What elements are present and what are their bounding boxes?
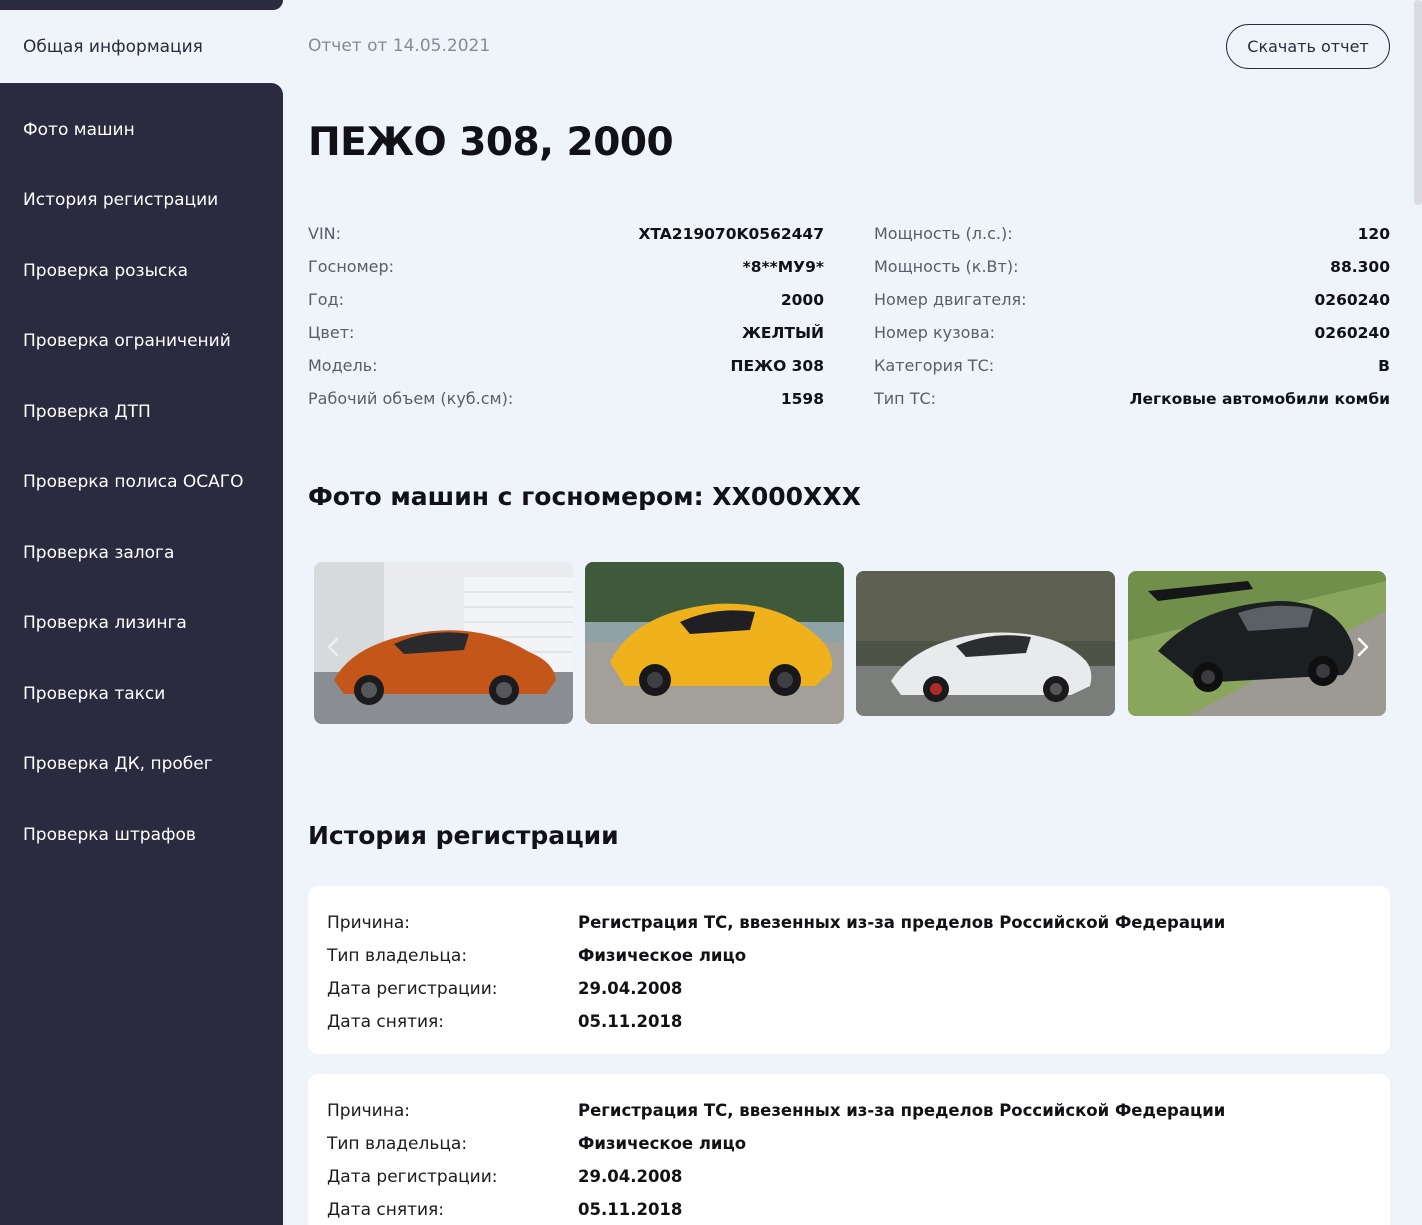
spec-row-engine-number: Номер двигателя: 0260240 [874,283,1390,316]
spec-row-color: Цвет: ЖЕЛТЫЙ [308,316,824,349]
page-scrollbar-thumb[interactable] [1414,0,1422,205]
yellow-sports-car-photo[interactable] [585,562,844,724]
history-row-owner-type: Тип владельца: Физическое лицо [327,1127,1371,1160]
spec-label: Рабочий объем (куб.см): [308,389,514,408]
history-row-dereg-date: Дата снятия: 05.11.2018 [327,1005,1371,1038]
spec-label: Цвет: [308,323,355,342]
history-section-title: История регистрации [308,821,619,850]
sidebar-item-fines-check[interactable]: Проверка штрафов [23,825,196,845]
spec-row-category: Категория ТС: B [874,349,1390,382]
spec-value: ЖЕЛТЫЙ [741,323,824,342]
spec-value: Легковые автомобили комби [1129,389,1390,408]
spec-row-body-number: Номер кузова: 0260240 [874,316,1390,349]
sidebar-item-osago-check[interactable]: Проверка полиса ОСАГО [23,472,244,492]
specs-left: VIN: XTA219070K0562447 Госномер: *8**МУ9… [308,217,824,415]
sidebar-item-accidents-check[interactable]: Проверка ДТП [23,402,151,422]
sidebar: Общая информация Фото машин История реги… [0,0,283,1225]
sidebar-item-general-info[interactable]: Общая информация [0,10,283,83]
spec-value: XTA219070K0562447 [638,224,824,243]
spec-value: 1598 [780,389,824,408]
photos-section-title: Фото машин с госномером: XX000XXX [308,482,861,511]
spec-label: Категория ТС: [874,356,995,375]
white-sports-car-photo[interactable] [856,571,1115,716]
specs-right: Мощность (л.с.): 120 Мощность (к.Вт): 88… [874,217,1390,415]
history-label: Дата снятия: [327,1199,445,1220]
spec-label: Госномер: [308,257,395,276]
sidebar-item-pledge-check[interactable]: Проверка залога [23,543,174,563]
history-value: Физическое лицо [578,946,747,965]
history-value: 05.11.2018 [578,1012,683,1031]
history-label: Тип владельца: [327,1133,468,1154]
history-row-reg-date: Дата регистрации: 29.04.2008 [327,1160,1371,1193]
spec-row-power-kw: Мощность (к.Вт): 88.300 [874,250,1390,283]
history-label: Причина: [327,1100,410,1121]
orange-sports-car-photo[interactable] [314,562,573,724]
spec-row-vehicle-type: Тип ТС: Легковые автомобили комби [874,382,1390,415]
history-row-reason: Причина: Регистрация ТС, ввезенных из-за… [327,906,1371,939]
spec-label: Мощность (к.Вт): [874,257,1019,276]
spec-label: Модель: [308,356,378,375]
spec-value: 88.300 [1330,257,1390,276]
spec-row-model: Модель: ПЕЖО 308 [308,349,824,382]
history-label: Дата регистрации: [327,1166,498,1187]
history-value: Регистрация ТС, ввезенных из-за пределов… [578,913,1226,932]
spec-value: 2000 [780,290,824,309]
spec-label: Номер двигателя: [874,290,1027,309]
history-value: 29.04.2008 [578,1167,683,1186]
history-label: Тип владельца: [327,945,468,966]
sidebar-item-taxi-check[interactable]: Проверка такси [23,684,165,704]
history-value: Регистрация ТС, ввезенных из-за пределов… [578,1101,1226,1120]
history-row-reason: Причина: Регистрация ТС, ввезенных из-за… [327,1094,1371,1127]
spec-row-power-hp: Мощность (л.с.): 120 [874,217,1390,250]
sidebar-item-wanted-check[interactable]: Проверка розыска [23,261,188,281]
history-value: 29.04.2008 [578,979,683,998]
history-record-card: Причина: Регистрация ТС, ввезенных из-за… [308,886,1390,1054]
spec-value: 0260240 [1314,323,1391,342]
history-record-card: Причина: Регистрация ТС, ввезенных из-за… [308,1074,1390,1225]
spec-row-displacement: Рабочий объем (куб.см): 1598 [308,382,824,415]
spec-row-year: Год: 2000 [308,283,824,316]
report-date: Отчет от 14.05.2021 [308,36,491,56]
spec-value: ПЕЖО 308 [730,356,824,375]
gallery-prev-arrow-icon[interactable] [321,635,345,659]
sidebar-top-cap [0,0,283,10]
sidebar-item-leasing-check[interactable]: Проверка лизинга [23,613,187,633]
spec-value: 0260240 [1314,290,1391,309]
spec-label: Тип ТС: [874,389,937,408]
spec-value: B [1378,356,1390,375]
history-row-owner-type: Тип владельца: Физическое лицо [327,939,1371,972]
spec-label: Мощность (л.с.): [874,224,1013,243]
history-value: Физическое лицо [578,1134,747,1153]
sidebar-item-car-photos[interactable]: Фото машин [23,120,135,140]
spec-value: *8**МУ9* [742,257,824,276]
spec-value: 120 [1357,224,1390,243]
black-sports-car-photo[interactable] [1128,571,1386,716]
sidebar-menu [0,83,283,1225]
history-label: Причина: [327,912,410,933]
car-title: ПЕЖО 308, 2000 [308,120,674,165]
history-row-dereg-date: Дата снятия: 05.11.2018 [327,1193,1371,1225]
sidebar-item-restrictions-check[interactable]: Проверка ограничений [23,331,231,351]
sidebar-item-inspection-mileage-check[interactable]: Проверка ДК, пробег [23,754,213,774]
history-label: Дата снятия: [327,1011,445,1032]
history-row-reg-date: Дата регистрации: 29.04.2008 [327,972,1371,1005]
spec-label: Год: [308,290,344,309]
gallery-next-arrow-icon[interactable] [1351,635,1375,659]
history-value: 05.11.2018 [578,1200,683,1219]
spec-row-plate: Госномер: *8**МУ9* [308,250,824,283]
sidebar-item-registration-history[interactable]: История регистрации [23,190,218,210]
spec-label: VIN: [308,224,342,243]
history-label: Дата регистрации: [327,978,498,999]
spec-label: Номер кузова: [874,323,996,342]
spec-row-vin: VIN: XTA219070K0562447 [308,217,824,250]
download-report-button[interactable]: Скачать отчет [1226,24,1390,69]
